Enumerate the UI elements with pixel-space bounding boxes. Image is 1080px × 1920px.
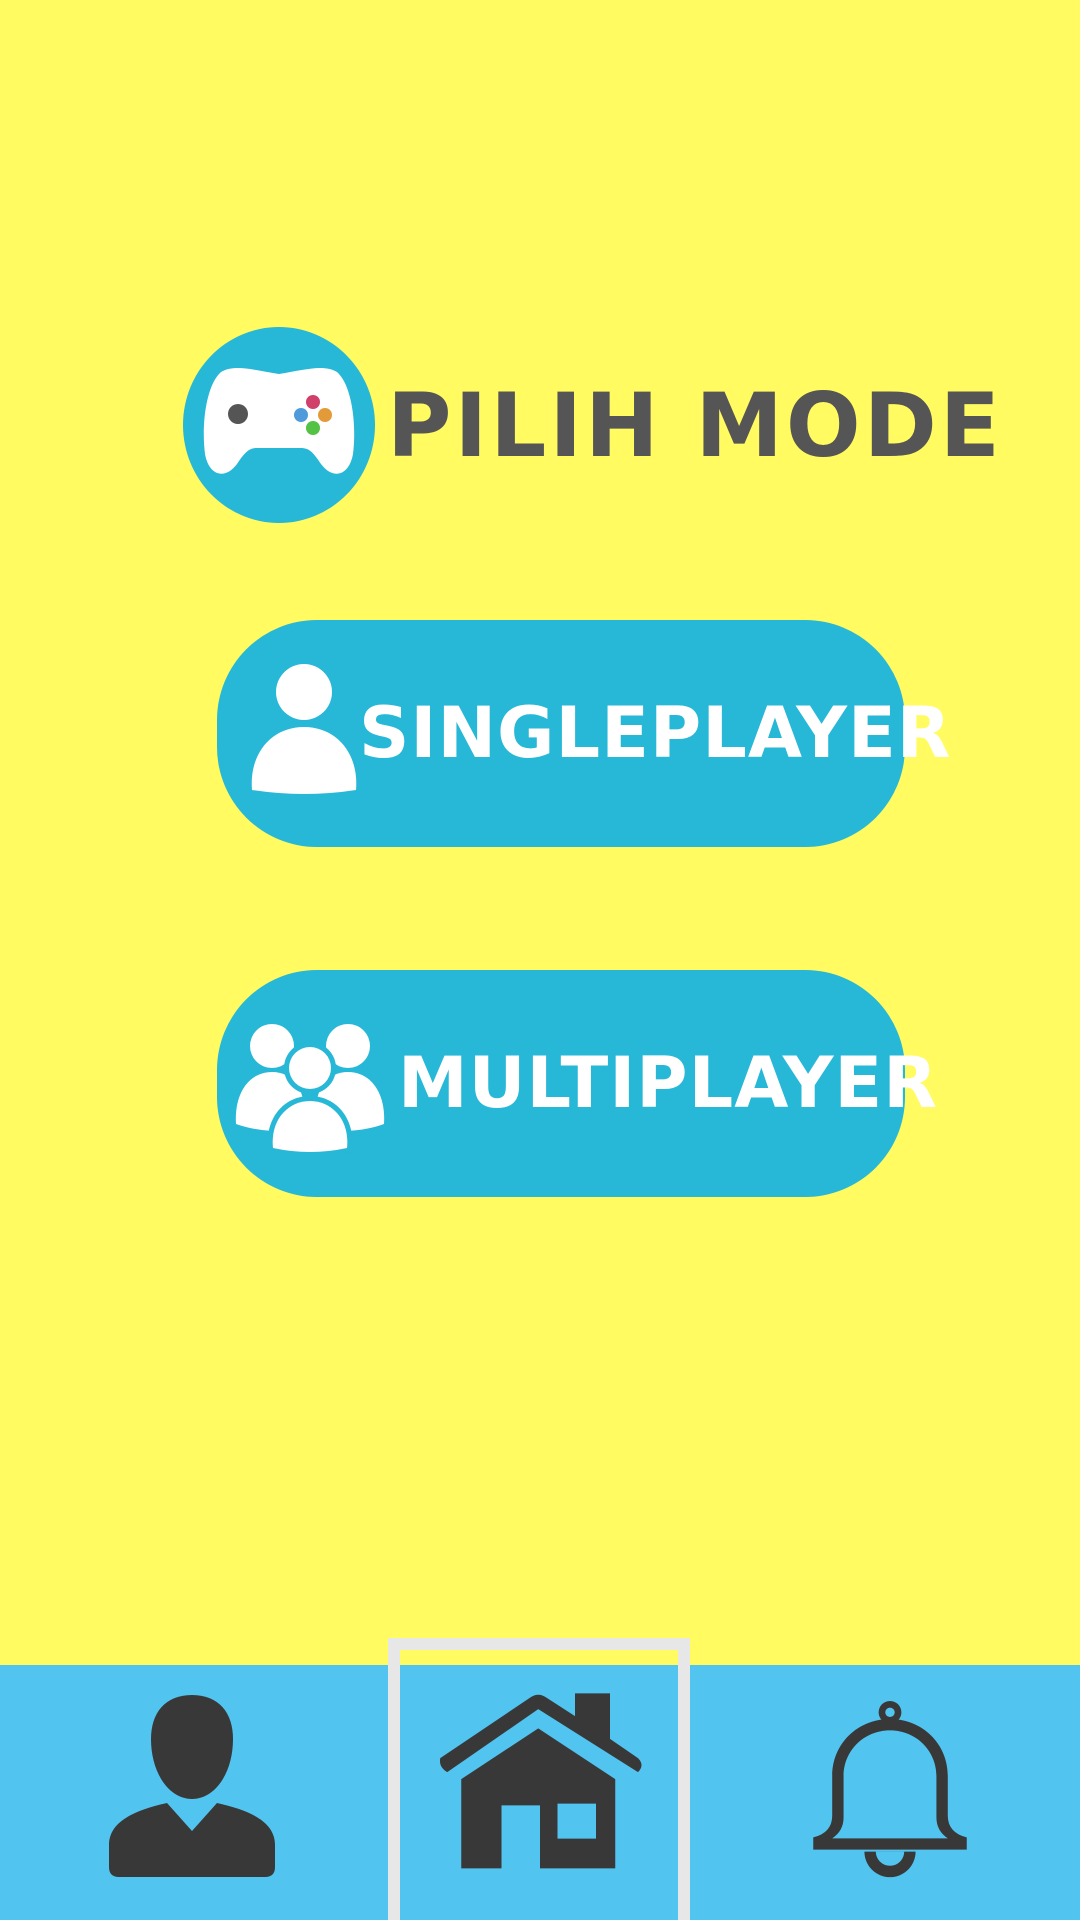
- bell-icon: [813, 1700, 967, 1878]
- singleplayer-label: SINGLEPLAYER: [359, 692, 952, 774]
- multiplayer-button[interactable]: MULTIPLAYER: [217, 970, 937, 1197]
- mode-header: PILIH MODE: [183, 326, 1000, 526]
- selected-tab-indicator: [388, 1638, 690, 1920]
- gamepad-icon: [183, 327, 375, 523]
- nav-item-profile[interactable]: [97, 1665, 287, 1920]
- page-title: PILIH MODE: [387, 374, 1003, 477]
- user-icon: [109, 1695, 275, 1877]
- single-user-icon: [251, 664, 357, 794]
- multiplayer-label: MULTIPLAYER: [398, 1042, 939, 1124]
- user-group-icon: [235, 1024, 385, 1154]
- nav-item-notifications[interactable]: [780, 1665, 1002, 1920]
- singleplayer-button[interactable]: SINGLEPLAYER: [217, 620, 951, 847]
